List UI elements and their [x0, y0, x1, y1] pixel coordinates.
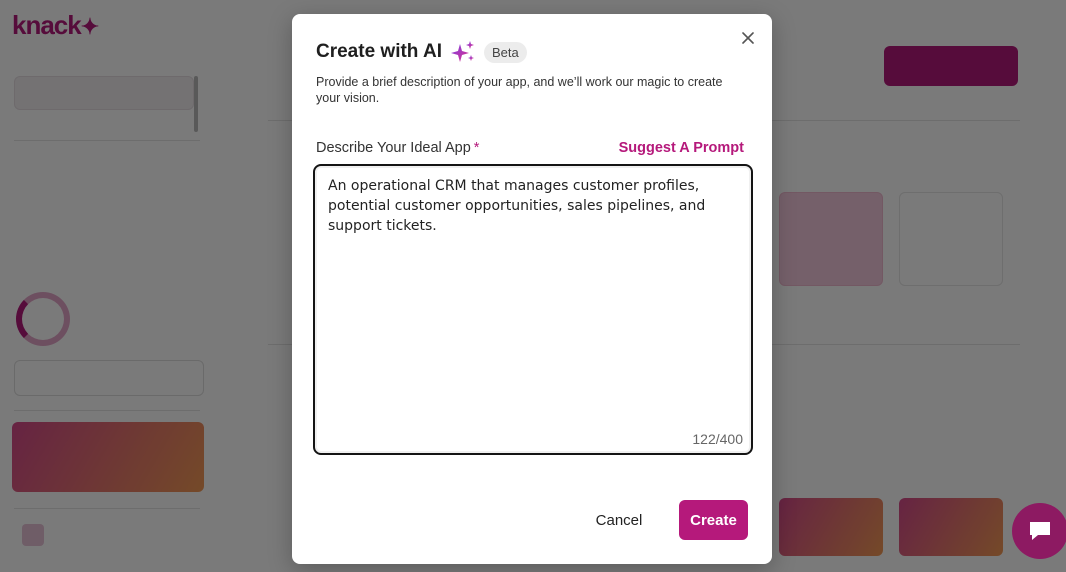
dialog-title: Create with AI	[316, 41, 442, 62]
required-marker: *	[473, 140, 480, 156]
suggest-prompt-link[interactable]: Suggest A Prompt	[619, 140, 744, 156]
close-button[interactable]	[738, 28, 758, 48]
field-label-text: Describe Your Ideal App	[316, 140, 471, 156]
chat-widget-button[interactable]	[1012, 503, 1066, 559]
cancel-button[interactable]: Cancel	[582, 500, 656, 540]
chat-icon	[1030, 522, 1050, 540]
field-label: Describe Your Ideal App *	[316, 140, 479, 156]
description-textarea-container: An operational CRM that manages customer…	[313, 164, 753, 455]
dialog-description: Provide a brief description of your app,…	[316, 75, 723, 105]
dialog-header: Create with AI Beta	[316, 40, 527, 64]
sparkle-icon	[451, 41, 474, 62]
close-icon	[742, 32, 754, 44]
create-with-ai-dialog: Create with AI Beta Provide a brief desc…	[292, 14, 772, 564]
app-description-textarea[interactable]: An operational CRM that manages customer…	[328, 176, 728, 406]
create-button[interactable]: Create	[679, 500, 748, 540]
character-counter: 122/400	[692, 431, 743, 447]
field-label-row: Describe Your Ideal App * Suggest A Promp…	[316, 140, 744, 156]
beta-badge: Beta	[484, 41, 527, 63]
